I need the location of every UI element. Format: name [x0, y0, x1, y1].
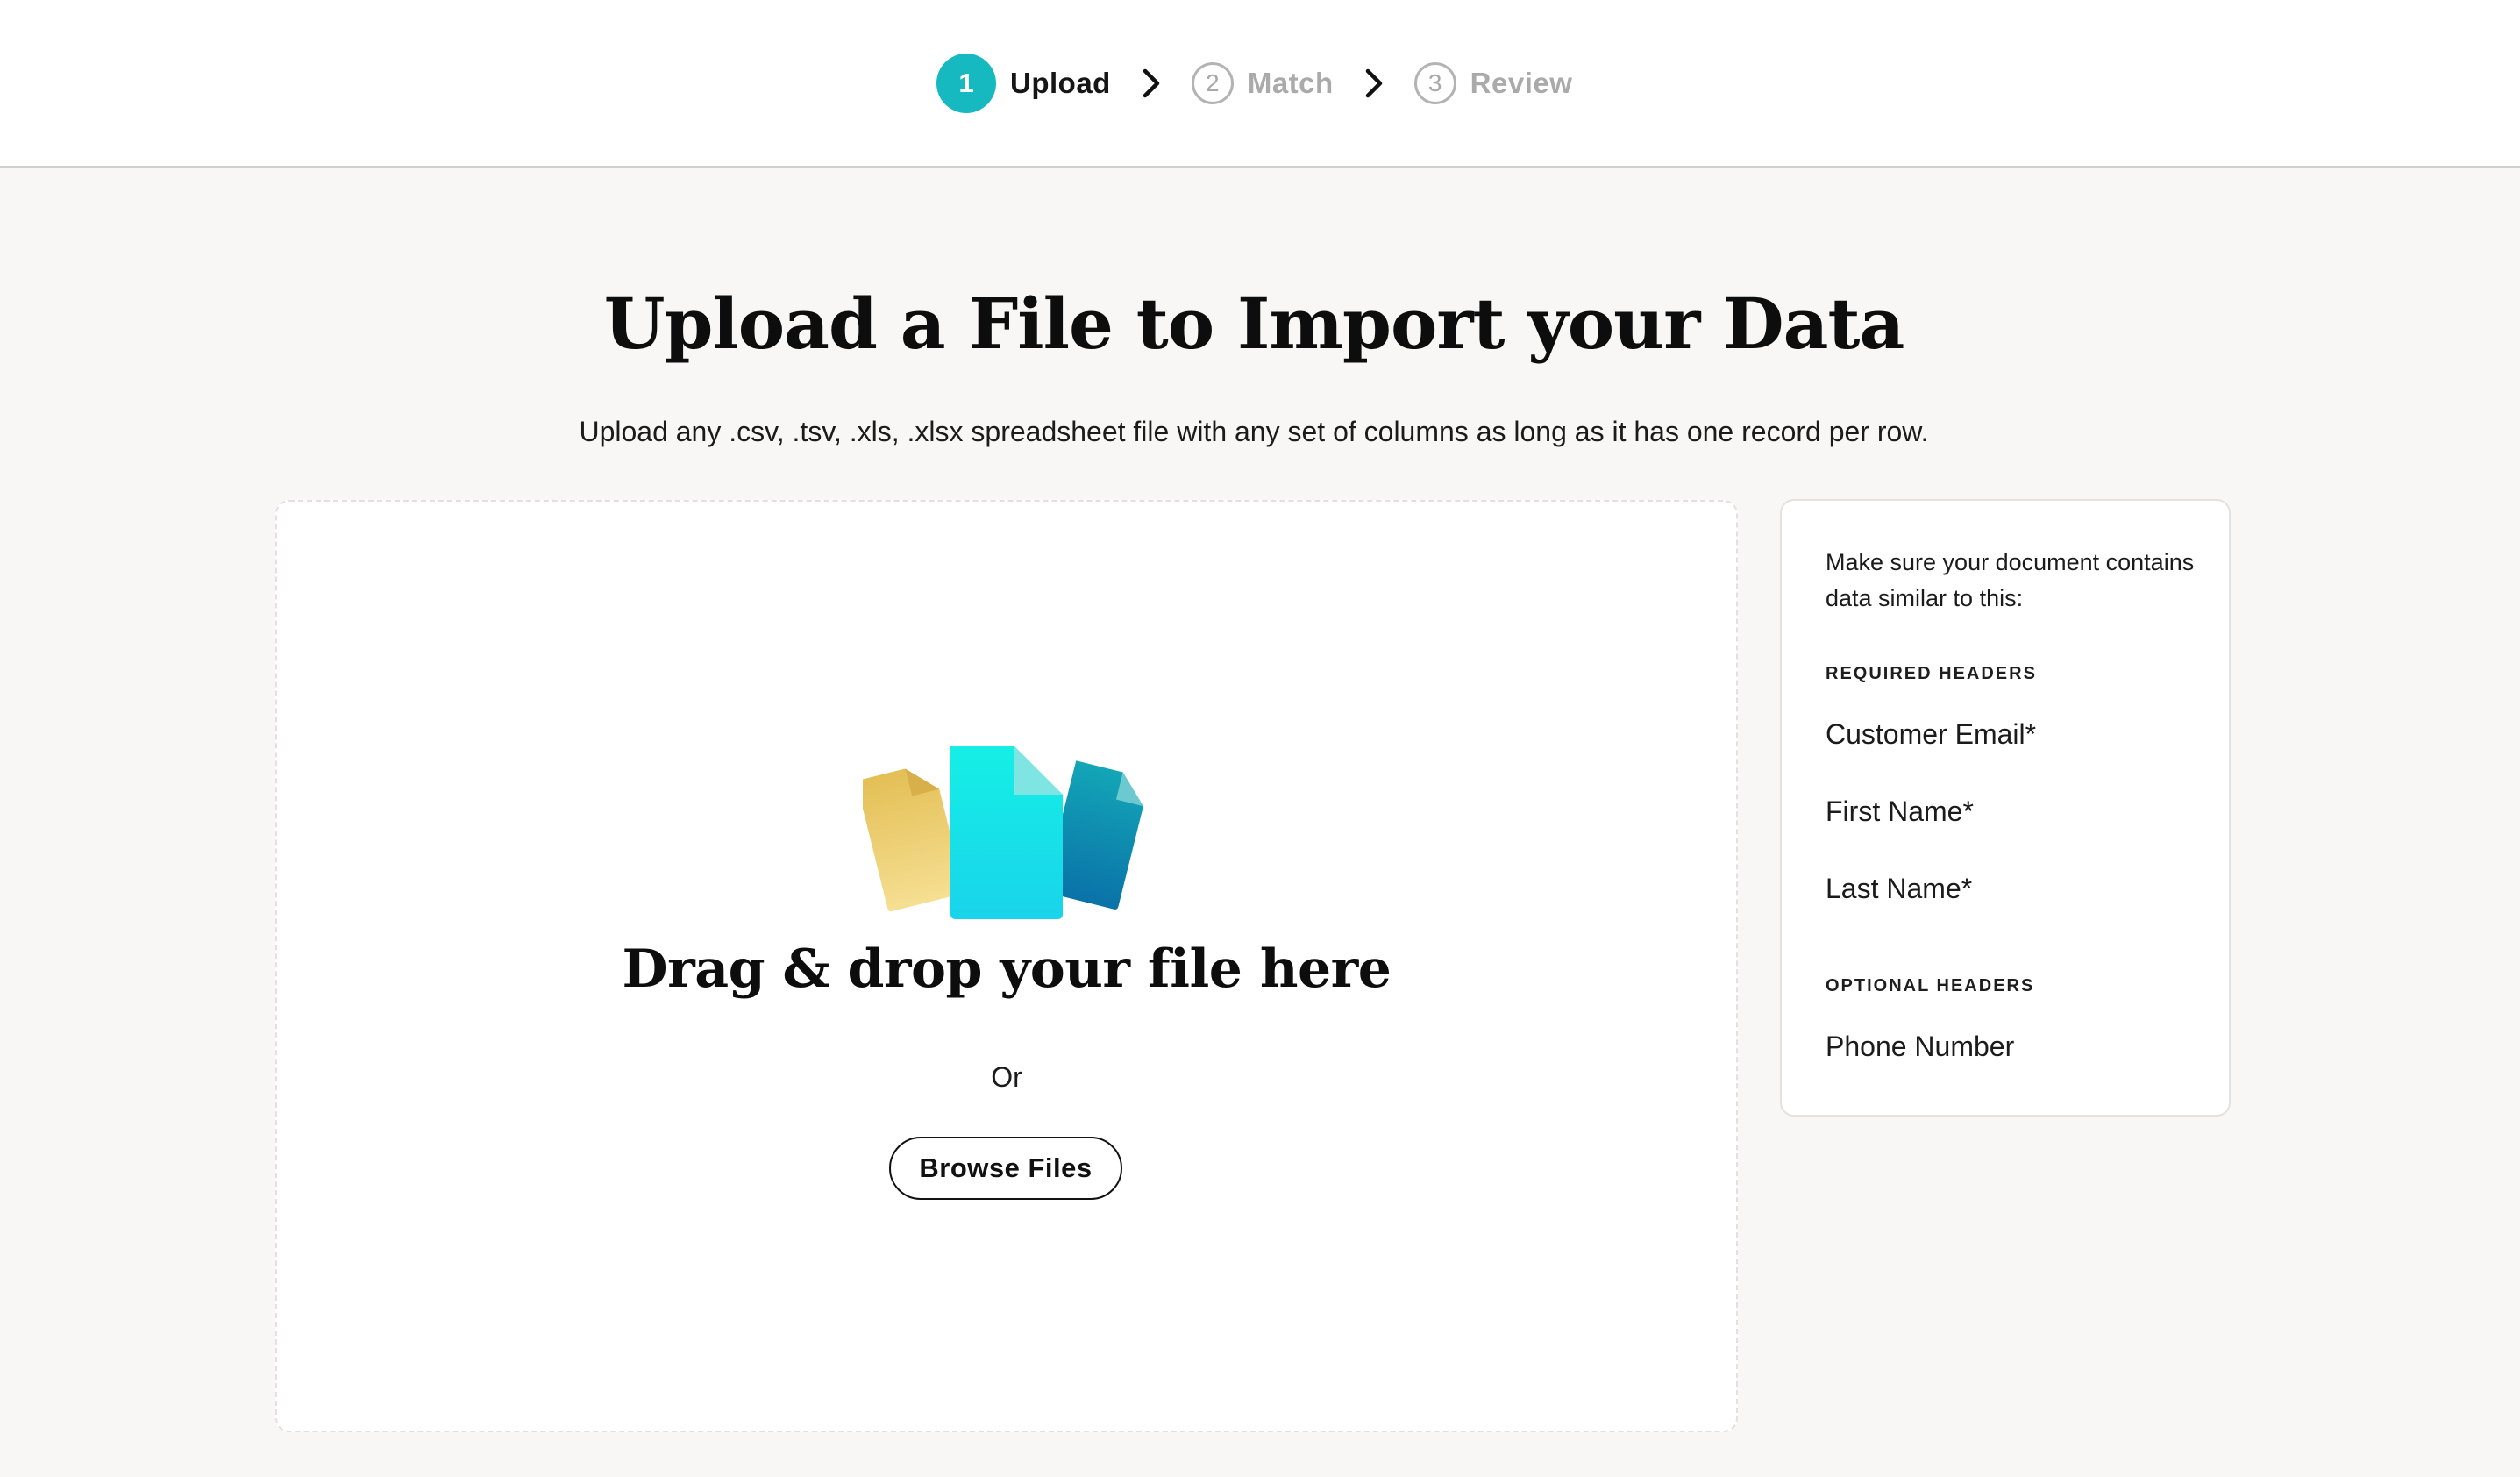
dropzone-title: Drag & drop your file here: [622, 938, 1392, 1000]
step-label-match: Match: [1247, 67, 1334, 99]
chevron-right-icon: [1365, 68, 1382, 98]
step-match[interactable]: 2 Match: [1191, 62, 1334, 104]
required-header-item: Last Name*: [1826, 873, 1973, 904]
stepper: 1 Upload 2 Match 3 Review: [936, 53, 1572, 114]
expected-headers-card: Make sure your document contains data si…: [1780, 499, 2231, 1117]
files-icon: [863, 746, 1143, 919]
headers-intro: Make sure your document contains data si…: [1826, 549, 2195, 611]
step-label-review: Review: [1470, 67, 1573, 99]
dropzone-or-text: Or: [991, 1061, 1022, 1093]
step-label-upload: Upload: [1010, 67, 1111, 99]
required-headers-heading: REQUIRED HEADERS: [1826, 664, 2037, 683]
required-header-item: First Name*: [1826, 796, 1974, 827]
browse-files-button[interactable]: Browse Files: [889, 1137, 1122, 1200]
required-header-item: Customer Email*: [1826, 718, 2037, 750]
step-number-match: 2: [1191, 62, 1234, 104]
page-subtitle: Upload any .csv, .tsv, .xls, .xlsx sprea…: [579, 416, 1929, 447]
step-upload[interactable]: 1 Upload: [936, 54, 1111, 113]
step-number-upload: 1: [936, 54, 996, 113]
file-dropzone[interactable]: Drag & drop your file here Or Browse Fil…: [275, 500, 1738, 1432]
page-title: Upload a File to Import your Data: [603, 282, 1905, 365]
optional-headers-heading: OPTIONAL HEADERS: [1826, 976, 2035, 995]
chevron-right-icon: [1143, 68, 1160, 98]
step-number-review: 3: [1413, 62, 1456, 104]
optional-header-item: Phone Number: [1826, 1031, 2015, 1062]
step-review[interactable]: 3 Review: [1413, 62, 1573, 104]
import-stepper-bar: 1 Upload 2 Match 3 Review: [0, 0, 2520, 168]
